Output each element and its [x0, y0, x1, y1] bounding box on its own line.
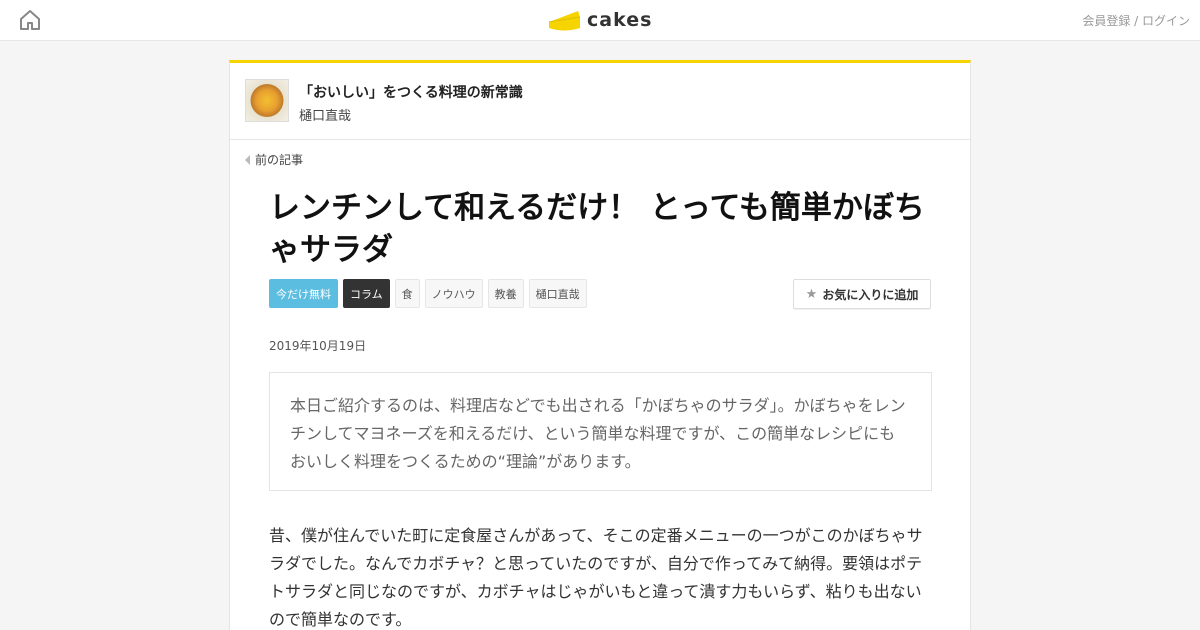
add-favorite-label: お気に入りに追加	[822, 287, 919, 302]
series-header[interactable]: 「おいしい」をつくる料理の新常識 樋口直哉	[230, 63, 970, 140]
tag-author[interactable]: 樋口直哉	[528, 279, 587, 308]
series-author[interactable]: 樋口直哉	[299, 105, 351, 124]
prev-article-label: 前の記事	[255, 153, 304, 167]
cakes-logo[interactable]: cakes	[548, 6, 652, 34]
publish-date: 2019年10月19日	[269, 339, 367, 353]
tag-column[interactable]: コラム	[343, 279, 390, 308]
article-title: レンチンして和えるだけ！ とっても簡単かぼちゃサラダ	[269, 190, 925, 268]
tag-knowhow[interactable]: ノウハウ	[424, 279, 483, 308]
tag-free-now[interactable]: 今だけ無料	[269, 279, 338, 308]
signup-login-link[interactable]: 会員登録 / ログイン	[1082, 12, 1190, 29]
article-card: 「おいしい」をつくる料理の新常識 樋口直哉 前の記事 レンチンして和えるだけ！ …	[229, 60, 971, 630]
tag-list: 今だけ無料 コラム 食 ノウハウ 教養 樋口直哉	[269, 279, 587, 308]
tag-food[interactable]: 食	[394, 279, 420, 308]
series-title[interactable]: 「おいしい」をつくる料理の新常識	[299, 82, 523, 102]
prev-article-link[interactable]: 前の記事	[245, 151, 303, 168]
cake-logo-icon	[548, 11, 581, 31]
article-lead: 本日ご紹介するのは、料理店などでも出される「かぼちゃのサラダ」。かぼちゃをレンチ…	[269, 372, 932, 491]
series-thumbnail[interactable]	[245, 79, 289, 122]
tag-culture[interactable]: 教養	[487, 279, 524, 308]
chevron-left-icon	[245, 154, 250, 165]
article-body: 昔、僕が住んでいた町に定食屋さんがあって、そこの定番メニューの一つがこのかぼちゃ…	[269, 526, 923, 629]
star-icon: ★	[805, 286, 818, 302]
top-bar: cakes 会員登録 / ログイン	[0, 0, 1200, 41]
logo-text: cakes	[587, 9, 653, 31]
add-favorite-button[interactable]: ★ お気に入りに追加	[793, 279, 931, 309]
home-icon[interactable]	[18, 8, 42, 32]
